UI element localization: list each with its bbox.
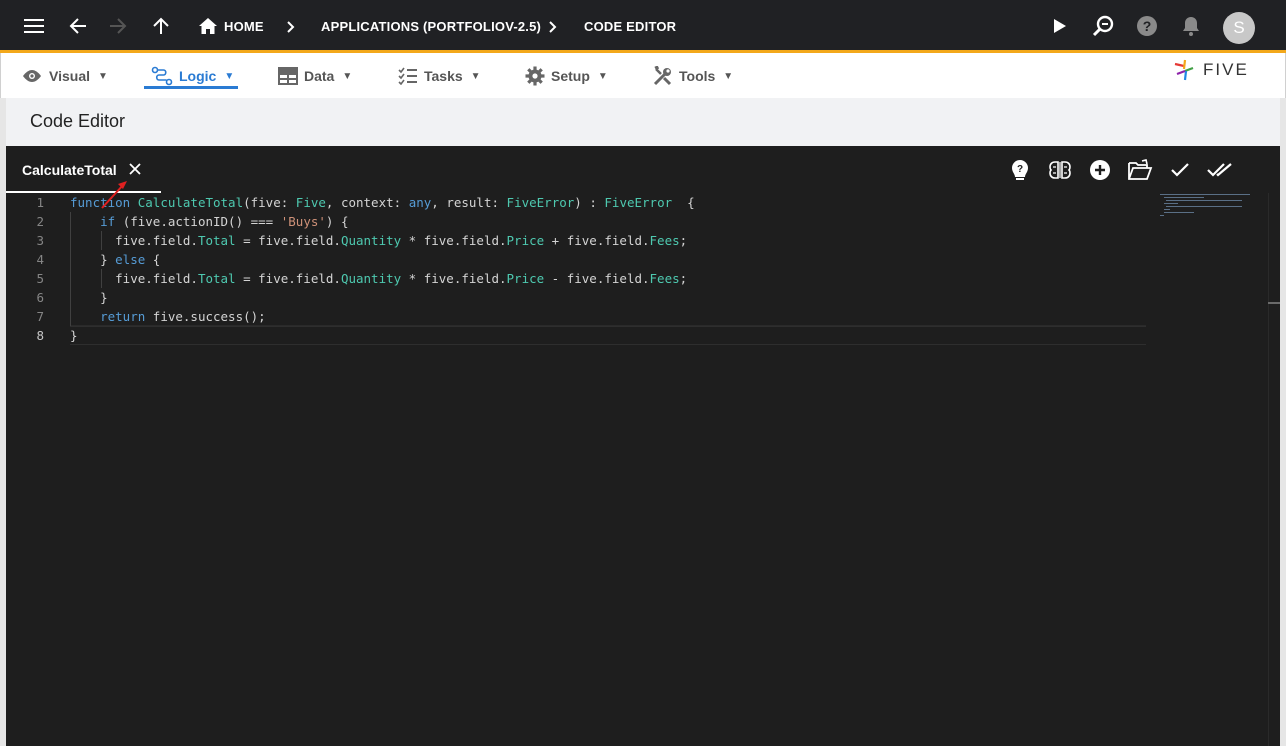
top-app-bar: HOME APPLICATIONS (PORTFOLIOV-2.5) CODE … xyxy=(0,0,1286,53)
logic-icon xyxy=(151,66,173,86)
scrollbar-position-marker xyxy=(1268,302,1280,304)
menu-data[interactable]: Data ▼ xyxy=(278,62,352,90)
close-tab-icon[interactable] xyxy=(127,161,143,177)
home-icon[interactable] xyxy=(190,8,226,44)
run-play-icon[interactable] xyxy=(1042,8,1078,44)
page-title: Code Editor xyxy=(30,111,126,131)
line-number: 1 xyxy=(36,195,44,210)
code-line: } xyxy=(70,288,108,307)
code-line: } else { xyxy=(70,250,161,269)
code-area[interactable]: 1 2 3 4 5 6 7 8 function CalculateTotal(… xyxy=(6,193,1280,746)
code-line: return five.success(); xyxy=(70,307,1146,326)
caret-down-icon: ▼ xyxy=(224,70,235,82)
code-lines[interactable]: function CalculateTotal(five: Five, cont… xyxy=(70,193,1146,345)
caret-down-icon: ▼ xyxy=(342,70,353,82)
open-folder-icon[interactable] xyxy=(1126,156,1154,184)
gear-icon xyxy=(525,66,545,86)
user-avatar[interactable]: S xyxy=(1223,12,1255,44)
code-editor-panel: CalculateTotal ? 1 2 3 4 5 6 7 8 functio… xyxy=(6,146,1280,746)
menu-visual-label: Visual xyxy=(49,68,90,84)
code-line-current: } xyxy=(70,326,1146,345)
line-number: 6 xyxy=(36,290,44,305)
menu-tasks-label: Tasks xyxy=(424,68,463,84)
editor-tab-strip: CalculateTotal ? xyxy=(6,146,1280,193)
menu-logic-label: Logic xyxy=(179,68,217,84)
line-number: 2 xyxy=(36,214,44,229)
up-arrow-icon[interactable] xyxy=(143,8,179,44)
chevron-right-icon xyxy=(283,17,299,37)
five-logo-text: FIVE xyxy=(1203,60,1249,79)
check-icon[interactable] xyxy=(1166,156,1194,184)
help-icon[interactable]: ? xyxy=(1129,8,1165,44)
code-function-name: CalculateTotal xyxy=(137,195,244,210)
breadcrumb-code-editor: CODE EDITOR xyxy=(584,19,677,34)
code-line: function CalculateTotal(five: Five, cont… xyxy=(70,195,695,210)
caret-down-icon: ▼ xyxy=(98,70,108,82)
editor-help-icon[interactable]: ? xyxy=(1006,156,1034,184)
menu-tools[interactable]: Tools ▼ xyxy=(653,62,733,90)
five-logo-mark-icon xyxy=(1174,59,1194,81)
caret-down-icon: ▼ xyxy=(723,70,734,82)
caret-down-icon: ▼ xyxy=(597,70,608,82)
red-annotation-arrow-icon xyxy=(101,181,127,209)
main-menu-bar: Visual ▼ Logic ▼ Data ▼ Tasks ▼ Setup ▼ … xyxy=(0,53,1286,98)
breadcrumb-applications[interactable]: APPLICATIONS (PORTFOLIOV-2.5) xyxy=(321,0,541,53)
caret-down-icon: ▼ xyxy=(470,70,481,82)
vertical-scrollbar[interactable] xyxy=(1268,193,1280,746)
double-check-icon[interactable] xyxy=(1206,156,1234,184)
line-number: 3 xyxy=(36,233,44,248)
line-number: 5 xyxy=(36,271,44,286)
code-line: if (five.actionID() === 'Buys') { xyxy=(70,212,1146,231)
code-line: five.field.Total = five.field.Quantity *… xyxy=(70,269,688,288)
menu-setup[interactable]: Setup ▼ xyxy=(525,62,608,90)
add-circle-icon[interactable] xyxy=(1086,156,1114,184)
search-chat-icon[interactable] xyxy=(1085,8,1121,44)
line-number-gutter: 1 2 3 4 5 6 7 8 xyxy=(6,193,56,345)
active-menu-underline xyxy=(144,86,238,89)
svg-text:?: ? xyxy=(1017,164,1023,175)
line-number: 4 xyxy=(36,252,44,267)
menu-setup-label: Setup xyxy=(551,68,590,84)
code-minimap[interactable] xyxy=(1152,193,1268,233)
eye-icon xyxy=(23,70,41,82)
page-title-panel: Code Editor xyxy=(6,98,1280,146)
checklist-icon xyxy=(398,67,417,85)
chevron-right-icon xyxy=(545,17,561,37)
back-arrow-icon[interactable] xyxy=(60,8,96,44)
tools-icon xyxy=(653,66,672,86)
breadcrumb-home[interactable]: HOME xyxy=(224,0,264,53)
brain-ai-icon[interactable] xyxy=(1046,156,1074,184)
menu-visual[interactable]: Visual ▼ xyxy=(21,62,108,90)
hamburger-menu-icon[interactable] xyxy=(16,8,52,44)
line-number: 7 xyxy=(36,309,44,324)
svg-text:?: ? xyxy=(1143,18,1152,34)
menu-tools-label: Tools xyxy=(679,68,716,84)
code-line: five.field.Total = five.field.Quantity *… xyxy=(70,231,688,250)
menu-tasks[interactable]: Tasks ▼ xyxy=(398,62,481,90)
five-logo: FIVE xyxy=(1173,58,1249,82)
table-icon xyxy=(278,67,298,85)
menu-data-label: Data xyxy=(304,68,335,84)
forward-arrow-icon[interactable] xyxy=(100,8,136,44)
notification-bell-icon[interactable] xyxy=(1173,8,1209,44)
line-number-current: 8 xyxy=(36,328,44,343)
